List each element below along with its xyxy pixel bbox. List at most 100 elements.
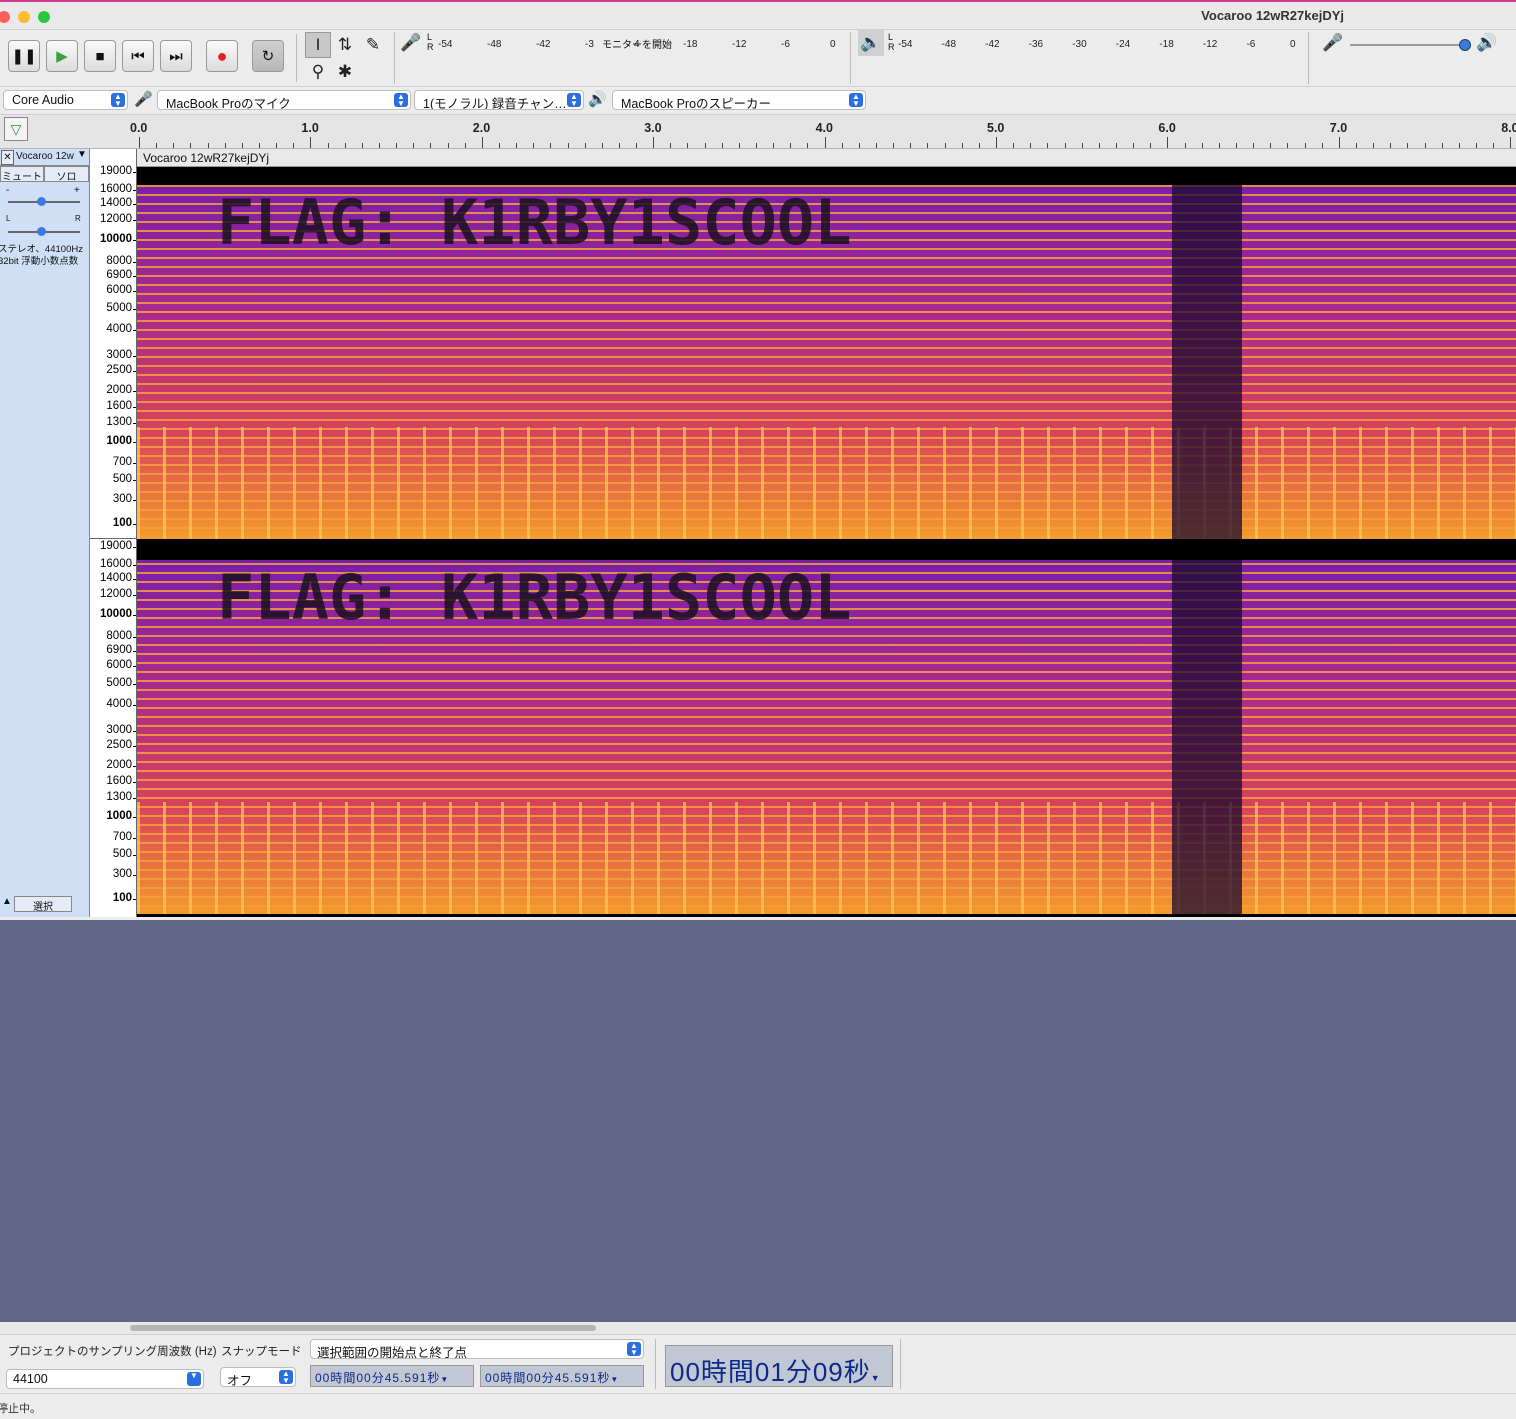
record-meter[interactable]: -54 -48 -42 -3 4 -18 -12 -6 0 モニターを開始 — [438, 33, 838, 53]
playback-meter[interactable]: -54 -48 -42 -36 -30 -24 -18 -12 -6 0 — [898, 33, 1298, 53]
frequency-tick — [133, 637, 136, 638]
selection-end-time[interactable]: 00時間00分45.591秒▼ — [480, 1365, 644, 1387]
playback-volume-slider[interactable] — [1350, 39, 1471, 51]
draw-tool-button[interactable]: ✎ — [360, 32, 386, 58]
speaker-icon: 🔊 — [588, 91, 607, 108]
zoom-tool-button[interactable]: ⚲ — [305, 59, 331, 85]
audio-host-select[interactable]: Core Audio ▲ ▼ — [3, 90, 128, 110]
spectrogram-left-quiet-region — [1172, 185, 1242, 539]
timeline-ruler[interactable]: ▽ 0.0 1.0 2.0 3.0 4.0 5.0 6.0 7.0 8.0 — [0, 115, 1516, 149]
timeline-tick — [1510, 137, 1512, 148]
timeline-tick — [1304, 143, 1306, 148]
chevron-updown-icon: ▲ ▼ — [279, 1370, 293, 1385]
pan-left-label: L — [6, 214, 11, 223]
playback-volume-icon-wrap: 🔊 — [1474, 30, 1500, 56]
timeline-tick — [413, 143, 415, 148]
recording-channels-select[interactable]: 1(モノラル) 録音チャン… ▲ ▼ — [414, 90, 584, 110]
skip-to-end-button[interactable]: ⏭ — [160, 40, 192, 72]
solo-button[interactable]: ソロ — [44, 166, 89, 183]
frequency-label: 4000 — [106, 698, 132, 710]
meter-tick-label: -3 — [585, 39, 594, 50]
record-button[interactable]: ● — [206, 40, 238, 72]
selection-tool-button[interactable]: I — [305, 32, 331, 58]
timeline-tick — [396, 143, 398, 148]
timeline-tick — [721, 143, 723, 148]
track-name-menu[interactable]: Vocaroo 12w — [16, 151, 74, 162]
microphone-icon: 🎤 — [400, 33, 422, 52]
clip-title-bar[interactable]: Vocaroo 12wR27kejDYj — [137, 149, 1516, 167]
timeline-tick — [224, 143, 226, 148]
pan-slider[interactable] — [8, 227, 80, 236]
snap-mode-select[interactable]: オフ ▲ ▼ — [220, 1367, 296, 1388]
frequency-tick — [133, 356, 136, 357]
selection-mode-select[interactable]: 選択範囲の開始点と終了点 ▲ ▼ — [310, 1339, 644, 1360]
multi-tool-button[interactable]: ✱ — [332, 59, 358, 85]
toolbar-separator — [296, 34, 297, 82]
horizontal-scrollbar[interactable] — [0, 1322, 1516, 1334]
frequency-tick — [133, 547, 136, 548]
status-bar: 停止中。 — [0, 1393, 1516, 1419]
chevron-down-icon[interactable]: ▼ — [77, 149, 87, 160]
frequency-tick — [133, 371, 136, 372]
timeline-tick — [944, 143, 946, 148]
record-meter-button[interactable]: 🎤 — [398, 30, 424, 56]
frequency-tick — [133, 240, 136, 241]
project-rate-select[interactable]: 44100 ▼ — [6, 1369, 204, 1389]
timeline-label: 7.0 — [1329, 121, 1348, 135]
playback-volume-thumb[interactable] — [1459, 39, 1471, 51]
pan-slider-thumb[interactable] — [37, 227, 46, 236]
zoom-window-button[interactable] — [38, 11, 50, 23]
envelope-tool-icon: ⇅ — [337, 35, 353, 54]
playback-device-select[interactable]: MacBook Proのスピーカー ▲ ▼ — [612, 90, 866, 110]
timeline-tick — [464, 143, 466, 148]
recording-device-select[interactable]: MacBook Proのマイク ▲ ▼ — [157, 90, 411, 110]
audio-position-display[interactable]: 00時間01分09秒▼ — [665, 1345, 893, 1387]
mute-button[interactable]: ミュート — [0, 166, 44, 183]
selection-toolbar: プロジェクトのサンプリング周波数 (Hz) 44100 ▼ スナップモード オフ ▲… — [0, 1334, 1516, 1393]
gain-slider-thumb[interactable] — [37, 197, 46, 206]
spectrogram-view[interactable]: FLAG: K1RBY1SCOOL FLAG: K1RBY1SCOOL — [137, 167, 1516, 917]
horizontal-scrollbar-thumb[interactable] — [130, 1325, 596, 1331]
select-track-button[interactable]: 選択 — [14, 896, 72, 913]
frequency-tick — [133, 330, 136, 331]
timeline-tick — [1047, 143, 1049, 148]
timeline-tick — [876, 143, 878, 148]
close-window-button[interactable] — [0, 11, 10, 23]
recording-device-value: MacBook Proのマイク — [166, 97, 291, 110]
pause-button[interactable]: ❚❚ — [8, 40, 40, 72]
stop-button[interactable]: ■ — [84, 40, 116, 72]
loop-button[interactable]: ↻ — [252, 40, 284, 72]
collapse-track-icon[interactable]: ▲ — [0, 896, 14, 913]
minimize-window-button[interactable] — [18, 11, 30, 23]
skip-to-start-button[interactable]: ⏮ — [122, 40, 154, 72]
main-toolbar: ❚❚ ▶ ■ ⏮ ⏭ ● ↻ I ⇅ ✎ ⚲ ✱ 🎤 LR -54 -48 -42-… — [0, 30, 1516, 87]
gain-slider[interactable] — [8, 197, 80, 206]
snap-mode-label: スナップモード — [221, 1346, 302, 1358]
frequency-axis: 19000 16000 14000 12000 10000 8000 6900 6000 500… — [90, 149, 137, 917]
frequency-label: 10000 — [100, 233, 132, 245]
speaker-icon: 🔈 — [860, 33, 882, 52]
spectrogram-channel-right: FLAG: K1RBY1SCOOL — [137, 560, 1516, 914]
timeline-tick — [1184, 143, 1186, 148]
project-rate-label: プロジェクトのサンプリング周波数 (Hz) — [8, 1346, 217, 1358]
selection-start-time[interactable]: 00時間00分45.591秒▼ — [310, 1365, 474, 1387]
audio-host-value: Core Audio — [12, 93, 74, 107]
microphone-icon: 🎤 — [134, 91, 153, 108]
frequency-label: 6900 — [106, 269, 132, 281]
play-button[interactable]: ▶ — [46, 40, 78, 72]
channel-label: L — [427, 32, 433, 42]
chevron-updown-icon: ▲ ▼ — [111, 93, 125, 108]
timeline-tick — [704, 143, 706, 148]
timeline-tick — [378, 143, 380, 148]
pause-icon: ❚❚ — [11, 48, 37, 65]
monitor-overlay-text: モニターを開始 — [602, 40, 672, 51]
playback-meter-button[interactable]: 🔈 — [858, 30, 884, 56]
envelope-tool-button[interactable]: ⇅ — [332, 32, 358, 58]
frequency-label: 19000 — [100, 165, 132, 177]
close-track-icon[interactable]: ✕ — [1, 150, 14, 165]
timeline-tick — [1441, 143, 1443, 148]
frequency-tick — [133, 190, 136, 191]
channel-separator — [90, 538, 137, 539]
timeline-tick — [276, 143, 278, 148]
empty-track-area[interactable] — [0, 920, 1516, 1322]
